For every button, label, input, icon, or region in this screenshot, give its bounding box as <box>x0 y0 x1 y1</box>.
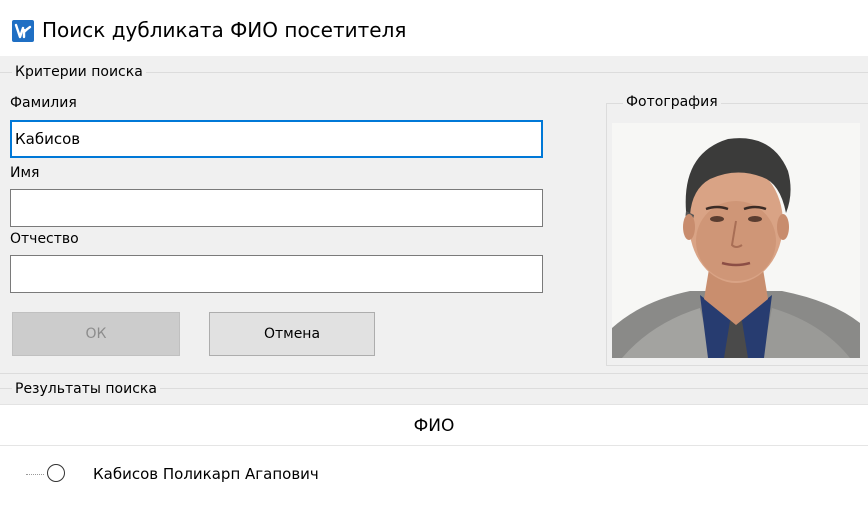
title-bar: Поиск дубликата ФИО посетителя <box>0 0 868 56</box>
window-title: Поиск дубликата ФИО посетителя <box>42 18 407 42</box>
surname-input[interactable] <box>10 120 543 158</box>
result-radio[interactable] <box>47 464 65 482</box>
result-row[interactable]: Кабисов Поликарп Агапович <box>0 460 868 488</box>
cancel-button[interactable]: Отмена <box>209 312 375 356</box>
visitor-photo <box>612 123 860 358</box>
results-legend: Результаты поиска <box>12 380 160 398</box>
patronymic-label: Отчество <box>10 231 79 247</box>
result-row-label: Кабисов Поликарп Агапович <box>93 465 319 483</box>
name-input[interactable] <box>10 189 543 227</box>
surname-label: Фамилия <box>10 95 77 111</box>
name-label: Имя <box>10 165 40 181</box>
ok-button[interactable]: ОК <box>12 312 180 356</box>
photo-legend: Фотография <box>623 93 721 111</box>
app-logo-icon <box>12 20 34 42</box>
column-header-fio[interactable]: ФИО <box>0 405 868 446</box>
criteria-legend: Критерии поиска <box>12 63 146 81</box>
column-header-label: ФИО <box>413 416 455 436</box>
tree-connector <box>26 474 44 475</box>
patronymic-input[interactable] <box>10 255 543 293</box>
